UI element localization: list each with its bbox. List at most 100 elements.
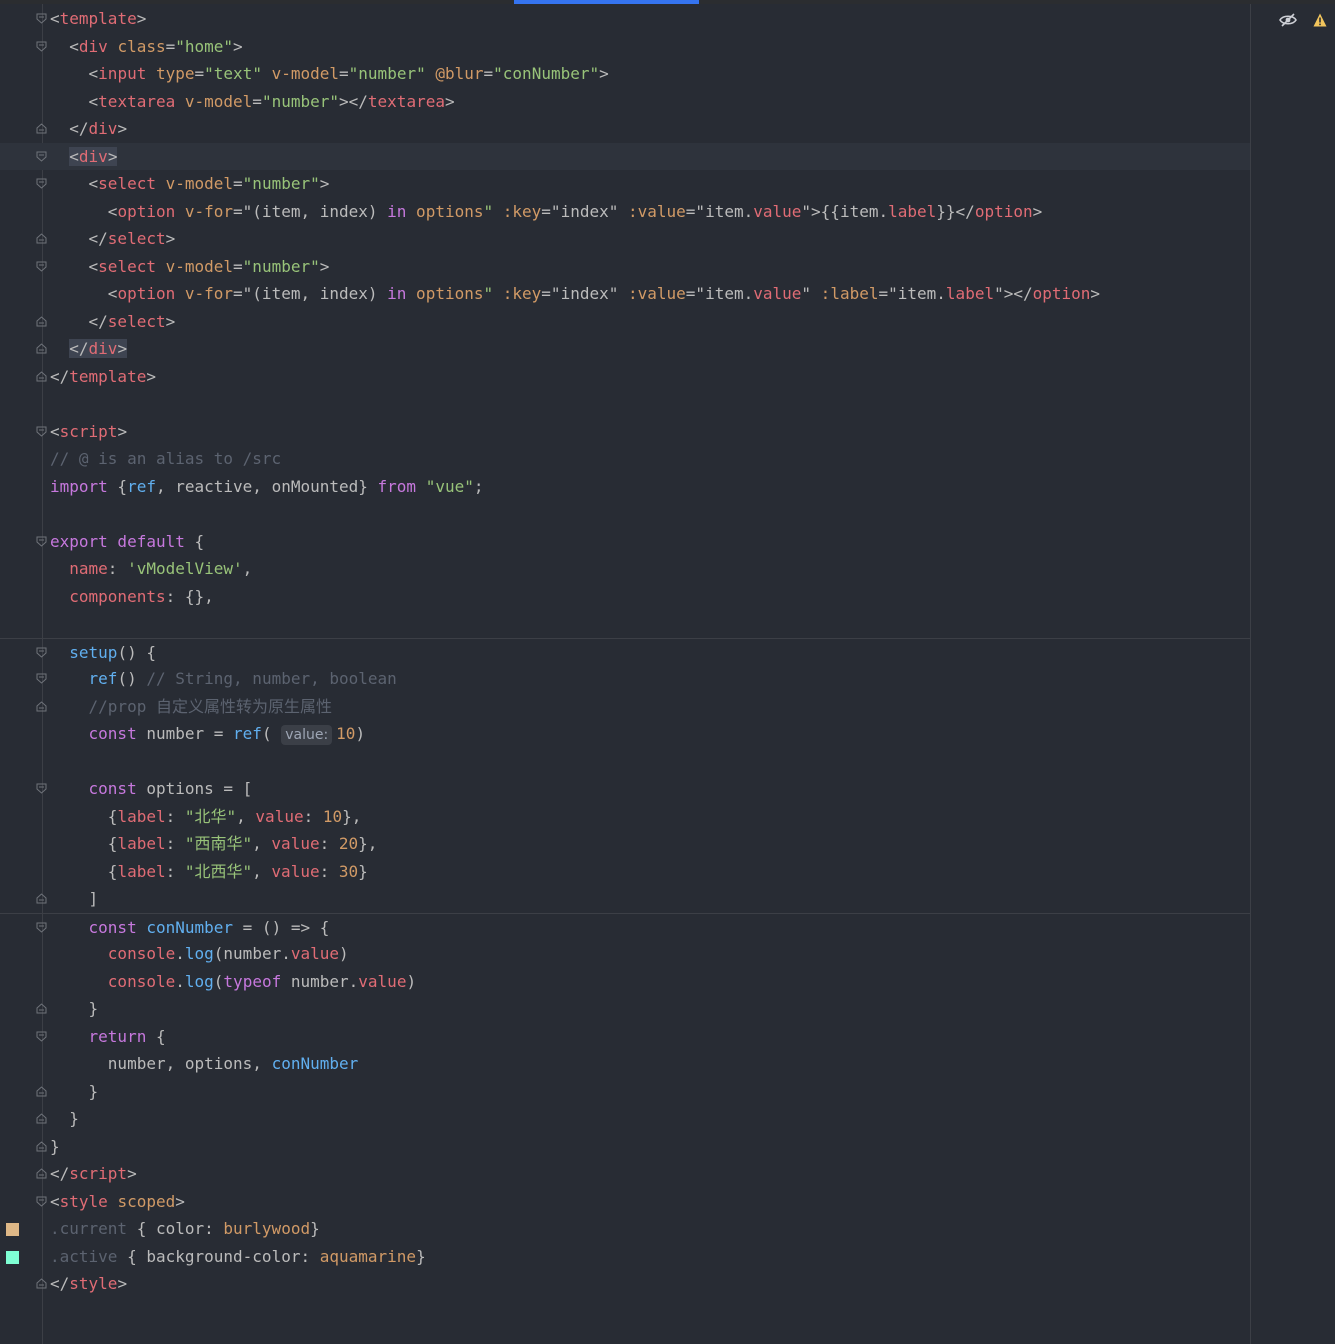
reader-mode-eye-icon[interactable] — [1278, 12, 1298, 28]
fold-collapse-icon[interactable] — [36, 536, 47, 547]
color-swatch-icon[interactable] — [6, 1223, 19, 1236]
code-token: < — [50, 174, 99, 193]
code-token: ></ — [339, 91, 368, 111]
warning-icon[interactable] — [1313, 13, 1327, 27]
code-line[interactable]: number, options, conNumber — [0, 1050, 1250, 1078]
code-line[interactable]: console.log(typeof number.value) — [0, 968, 1250, 996]
color-swatch-icon[interactable] — [6, 1250, 19, 1264]
code-line[interactable] — [0, 610, 1250, 638]
code-line[interactable]: </div> — [0, 335, 1250, 363]
code-line[interactable]: </style> — [0, 1270, 1250, 1298]
fold-end-icon[interactable] — [36, 1140, 47, 1152]
code-token: console — [50, 944, 176, 963]
code-token: ( — [261, 724, 282, 743]
code-line[interactable]: <div class="home"> — [0, 33, 1250, 61]
fold-collapse-icon[interactable] — [36, 647, 47, 658]
code-line[interactable]: const options = [ — [0, 775, 1250, 803]
code-token: > — [136, 9, 147, 28]
fold-end-icon[interactable] — [36, 1003, 47, 1014]
fold-collapse-icon[interactable] — [36, 261, 47, 272]
code-line[interactable]: } — [0, 995, 1250, 1023]
code-line[interactable]: <textarea v-model="number"></textarea> — [0, 88, 1250, 116]
code-line[interactable]: <option v-for="(item, index) in options"… — [0, 280, 1250, 308]
fold-end-icon[interactable] — [36, 1113, 47, 1124]
code-text: {label: "西南华", value: 20}, — [50, 830, 378, 858]
code-line[interactable]: <select v-model="number"> — [0, 253, 1250, 281]
fold-collapse-icon[interactable] — [36, 41, 47, 52]
fold-collapse-icon[interactable] — [36, 1196, 47, 1207]
fold-end-icon[interactable] — [36, 1168, 47, 1179]
code-token: > — [1032, 201, 1043, 221]
code-line[interactable]: <input type="text" v-model="number" @blu… — [0, 60, 1250, 88]
code-line[interactable]: </select> — [0, 225, 1250, 253]
code-token: ="index" — [541, 201, 619, 221]
code-token: : — [303, 806, 323, 826]
fold-end-icon[interactable] — [36, 700, 47, 712]
fold-collapse-icon[interactable] — [36, 673, 47, 684]
fold-collapse-icon[interactable] — [36, 783, 47, 794]
code-line[interactable]: // @ is an alias to /src — [0, 445, 1250, 473]
code-token: options — [406, 201, 484, 221]
code-line[interactable] — [0, 500, 1250, 528]
fold-end-icon[interactable] — [36, 1085, 47, 1097]
code-token: > — [319, 174, 330, 193]
code-line[interactable]: <template> — [0, 5, 1250, 33]
code-line[interactable]: import {ref, reactive, onMounted} from "… — [0, 473, 1250, 501]
code-line[interactable]: ref() // String, number, boolean — [0, 665, 1250, 693]
code-line[interactable] — [0, 390, 1250, 418]
code-line[interactable]: components: {}, — [0, 583, 1250, 611]
fold-end-icon[interactable] — [36, 370, 47, 382]
fold-end-icon[interactable] — [36, 893, 47, 904]
code-token: : {}, — [165, 586, 214, 606]
code-line[interactable]: console.log(number.value) — [0, 940, 1250, 968]
fold-collapse-icon[interactable] — [36, 426, 47, 437]
code-line[interactable]: } — [0, 1078, 1250, 1106]
code-token: setup — [50, 642, 118, 662]
code-text: <option v-for="(item, index) in options"… — [50, 198, 1042, 226]
fold-collapse-icon[interactable] — [36, 1031, 47, 1042]
code-line[interactable]: <script> — [0, 418, 1250, 446]
code-line[interactable]: <select v-model="number"> — [0, 170, 1250, 198]
code-line[interactable]: export default { — [0, 528, 1250, 556]
code-line[interactable]: .active { background-color: aquamarine} — [0, 1243, 1250, 1271]
code-line[interactable]: </template> — [0, 363, 1250, 391]
code-token: { — [50, 834, 118, 853]
code-line[interactable]: return { — [0, 1023, 1250, 1051]
code-token: export default — [50, 531, 185, 551]
code-line[interactable]: setup() { — [0, 637, 1250, 667]
code-line[interactable]: <style scoped> — [0, 1188, 1250, 1216]
code-line[interactable]: <div> — [0, 142, 1250, 170]
fold-collapse-icon[interactable] — [36, 922, 47, 933]
code-line[interactable]: </script> — [0, 1160, 1250, 1188]
code-line[interactable]: const number = ref( value: 10) — [0, 720, 1250, 748]
code-token: components — [50, 586, 166, 606]
code-line[interactable]: <option v-for="(item, index) in options"… — [0, 198, 1250, 226]
fold-end-icon[interactable] — [36, 233, 47, 244]
code-token: template — [59, 9, 137, 28]
code-line[interactable]: {label: "北华", value: 10}, — [0, 803, 1250, 831]
fold-end-icon[interactable] — [36, 315, 47, 327]
code-line[interactable]: .current { color: burlywood} — [0, 1215, 1250, 1243]
code-line[interactable]: </select> — [0, 308, 1250, 336]
code-line[interactable]: } — [0, 1133, 1250, 1161]
code-token: "北华" — [184, 806, 237, 826]
fold-end-icon[interactable] — [36, 1278, 47, 1289]
code-line[interactable]: const conNumber = () => { — [0, 912, 1250, 942]
code-line[interactable]: {label: "北西华", value: 30} — [0, 858, 1250, 886]
code-line[interactable]: </div> — [0, 115, 1250, 143]
fold-collapse-icon[interactable] — [36, 151, 47, 162]
code-token: 20 — [338, 834, 359, 853]
fold-collapse-icon[interactable] — [36, 13, 47, 24]
code-line[interactable]: name: 'vModelView', — [0, 555, 1250, 583]
code-line[interactable]: //prop 自定义属性转为原生属性 — [0, 693, 1250, 721]
code-text: <script> — [50, 418, 127, 446]
code-text: </div> — [50, 115, 127, 143]
code-line[interactable]: ] — [0, 885, 1250, 913]
code-token: number, options, — [50, 1054, 272, 1073]
fold-end-icon[interactable] — [36, 123, 47, 134]
code-line[interactable] — [0, 748, 1250, 776]
code-line[interactable]: } — [0, 1105, 1250, 1133]
fold-end-icon[interactable] — [36, 343, 47, 354]
code-line[interactable]: {label: "西南华", value: 20}, — [0, 830, 1250, 858]
fold-collapse-icon[interactable] — [36, 178, 47, 189]
